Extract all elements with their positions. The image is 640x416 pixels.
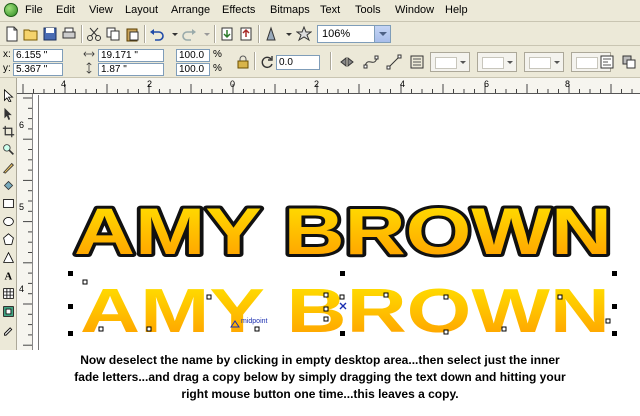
- x-label: x:: [3, 49, 11, 60]
- caption-line: right mouse button one time...this leave…: [181, 387, 459, 401]
- menu-edit[interactable]: Edit: [56, 4, 75, 16]
- text-tool-icon[interactable]: A: [1, 268, 16, 283]
- menu-bitmaps[interactable]: Bitmaps: [270, 4, 310, 16]
- ruler-label: 4: [19, 284, 25, 294]
- smart-fill-tool-icon[interactable]: [1, 178, 16, 193]
- menu-bar: File Edit View Layout Arrange Effects Bi…: [0, 0, 640, 22]
- menu-effects[interactable]: Effects: [222, 4, 255, 16]
- application-launcher-icon[interactable]: [262, 25, 280, 43]
- undo-icon[interactable]: [148, 25, 166, 43]
- scale-y-field[interactable]: 100.0: [176, 63, 210, 76]
- x-position-field[interactable]: 6.155 ": [13, 49, 63, 62]
- export-icon[interactable]: [237, 25, 255, 43]
- lock-ratio-icon[interactable]: [234, 53, 252, 71]
- new-icon[interactable]: [3, 25, 21, 43]
- table-tool-icon[interactable]: [1, 286, 16, 301]
- to-curve-icon[interactable]: [362, 53, 380, 71]
- crop-tool-icon[interactable]: [1, 124, 16, 139]
- rotation-icon: [258, 53, 276, 71]
- menu-layout[interactable]: Layout: [125, 4, 158, 16]
- standard-toolbar: 106%: [0, 22, 640, 46]
- redo-icon[interactable]: [180, 25, 198, 43]
- scale-x-field[interactable]: 100.0: [176, 49, 210, 62]
- menu-window[interactable]: Window: [395, 4, 434, 16]
- caption-line: fade letters...and drag a copy below by …: [74, 370, 566, 384]
- node-edit-icon[interactable]: [385, 53, 403, 71]
- ruler-label: 5: [19, 202, 25, 212]
- menu-file[interactable]: File: [25, 4, 43, 16]
- instruction-caption: Now deselect the name by clicking in emp…: [0, 350, 640, 416]
- line-style-select[interactable]: [524, 52, 564, 72]
- pick-tool-icon[interactable]: [1, 88, 16, 103]
- height-field[interactable]: 1.87 ": [98, 63, 164, 76]
- text-wrap-icon[interactable]: [598, 53, 616, 71]
- toolbox: A: [0, 78, 17, 350]
- rotation-field[interactable]: 0.0: [276, 55, 320, 70]
- midpoint-label: midpoint: [241, 318, 268, 325]
- ellipse-tool-icon[interactable]: [1, 214, 16, 229]
- width-field[interactable]: 19.171 ": [98, 49, 164, 62]
- scale-x-unit: %: [213, 49, 222, 60]
- vertical-ruler[interactable]: 6 5 4: [17, 94, 33, 350]
- corel-online-icon[interactable]: [295, 25, 313, 43]
- svg-text:A: A: [4, 272, 12, 282]
- open-icon[interactable]: [22, 25, 40, 43]
- outline-width-select[interactable]: [430, 52, 470, 72]
- ruler-label: 0: [230, 79, 236, 89]
- width-icon: [83, 47, 95, 61]
- start-arrow-select[interactable]: [477, 52, 517, 72]
- app-icon[interactable]: [4, 3, 18, 17]
- caption-line: Now deselect the name by clicking in emp…: [80, 353, 560, 367]
- zoom-level-select[interactable]: 106%: [317, 25, 391, 43]
- menu-tools[interactable]: Tools: [355, 4, 381, 16]
- print-icon[interactable]: [60, 25, 78, 43]
- mirror-horizontal-icon[interactable]: [338, 53, 356, 71]
- ruler-label: 2: [314, 79, 320, 89]
- cut-icon[interactable]: [85, 25, 103, 43]
- wrap-icon[interactable]: [408, 53, 426, 71]
- ruler-label: 6: [19, 120, 25, 130]
- menu-help[interactable]: Help: [445, 4, 468, 16]
- interactive-blend-tool-icon[interactable]: [1, 304, 16, 319]
- y-position-field[interactable]: 5.367 ": [13, 63, 63, 76]
- basic-shapes-tool-icon[interactable]: [1, 250, 16, 265]
- menu-text[interactable]: Text: [320, 4, 340, 16]
- ruler-label: 8: [565, 79, 571, 89]
- rectangle-tool-icon[interactable]: [1, 196, 16, 211]
- zoom-tool-icon[interactable]: [1, 142, 16, 157]
- scale-y-unit: %: [213, 63, 222, 74]
- chevron-down-icon[interactable]: [374, 26, 390, 42]
- freehand-tool-icon[interactable]: [1, 160, 16, 175]
- menu-view[interactable]: View: [89, 4, 113, 16]
- original-name-text[interactable]: AMY BROWN: [71, 191, 615, 271]
- ruler-label: 4: [61, 79, 67, 89]
- horizontal-ruler[interactable]: 4 2 0 2 4 6 8: [17, 78, 640, 94]
- ruler-label: 4: [400, 79, 406, 89]
- copy-icon[interactable]: [104, 25, 122, 43]
- y-label: y:: [3, 63, 11, 74]
- ruler-label: 6: [484, 79, 490, 89]
- shape-tool-icon[interactable]: [1, 106, 16, 121]
- drawing-canvas[interactable]: AMY BROWN AMY BROWN midpoint: [34, 95, 640, 350]
- paste-icon[interactable]: [123, 25, 141, 43]
- polygon-tool-icon[interactable]: [1, 232, 16, 247]
- to-front-icon[interactable]: [620, 53, 638, 71]
- property-bar: x: 6.155 " y: 5.367 " 19.171 " 1.87 " 10…: [0, 46, 640, 78]
- height-icon: [83, 61, 95, 75]
- ruler-label: 2: [147, 79, 153, 89]
- eyedropper-tool-icon[interactable]: [1, 322, 16, 337]
- menu-arrange[interactable]: Arrange: [171, 4, 210, 16]
- save-icon[interactable]: [41, 25, 59, 43]
- import-icon[interactable]: [218, 25, 236, 43]
